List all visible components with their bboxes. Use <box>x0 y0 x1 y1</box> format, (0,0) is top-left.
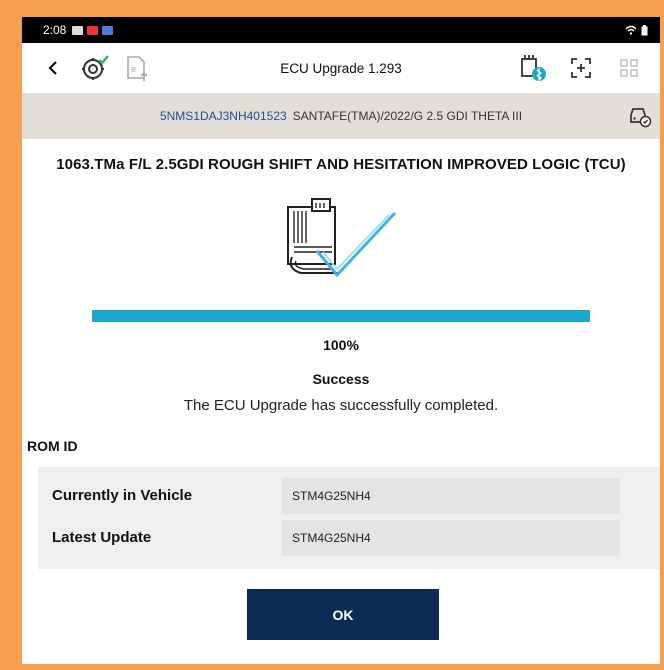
rom-id-panel: Currently in Vehicle STM4G25NH4 Latest U… <box>38 467 660 569</box>
ecu-settings-button[interactable] <box>78 51 112 85</box>
rom-row-current: Currently in Vehicle STM4G25NH4 <box>38 477 660 514</box>
vehicle-status-button[interactable] <box>628 104 652 131</box>
back-icon <box>48 61 57 75</box>
top-toolbar: e ECU Upgrade 1.293 <box>22 43 660 93</box>
document-upload-button[interactable]: e <box>120 51 154 85</box>
grid-menu-icon <box>620 59 638 77</box>
calendar-icon <box>87 25 99 35</box>
vehicle-vin: 5NMS1DAJ3NH401523 <box>159 109 287 123</box>
rom-value: STM4G25NH4 <box>282 519 620 556</box>
app-window: 2:08 e ECU Upgrade 1.293 5NMS1DAJ3NH4015… <box>22 17 660 664</box>
document-upload-icon: e <box>127 56 148 81</box>
grid-menu-button[interactable] <box>612 51 646 85</box>
rom-value: STM4G25NH4 <box>282 477 620 514</box>
rom-id-label: ROM ID <box>27 438 78 454</box>
vehicle-check-icon <box>630 108 652 128</box>
rom-row-latest: Latest Update STM4G25NH4 <box>38 519 660 556</box>
screenshot-icon <box>571 58 591 78</box>
result-title: Success <box>312 371 370 387</box>
upgrade-headline: 1063.TMa F/L 2.5GDI ROUGH SHIFT AND HESI… <box>56 156 626 173</box>
ecu-settings-icon <box>82 55 109 80</box>
battery-icon <box>641 24 648 35</box>
wifi-icon <box>625 25 637 35</box>
progress-fill <box>92 310 590 322</box>
vci-bluetooth-icon <box>521 55 546 82</box>
ecu-success-illustration <box>287 198 397 278</box>
rom-key: Latest Update <box>52 529 152 546</box>
vci-connection-button[interactable] <box>516 51 550 85</box>
progress-percent: 100% <box>323 337 359 353</box>
progress-bar <box>92 310 590 322</box>
vehicle-info-bar: 5NMS1DAJ3NH401523 SANTAFE(TMA)/2022/G 2.… <box>22 93 660 139</box>
mail-icon <box>102 25 114 35</box>
screenshot-button[interactable] <box>564 51 598 85</box>
status-time: 2:08 <box>43 23 67 37</box>
svg-text:e: e <box>131 64 136 74</box>
ok-button[interactable]: OK <box>247 589 439 640</box>
status-bar: 2:08 <box>22 17 660 43</box>
gallery-icon <box>72 25 84 35</box>
rom-key: Currently in Vehicle <box>52 487 193 504</box>
result-message: The ECU Upgrade has successfully complet… <box>183 397 499 414</box>
vehicle-model: SANTAFE(TMA)/2022/G 2.5 GDI THETA III <box>292 109 523 123</box>
back-button[interactable] <box>36 51 70 85</box>
